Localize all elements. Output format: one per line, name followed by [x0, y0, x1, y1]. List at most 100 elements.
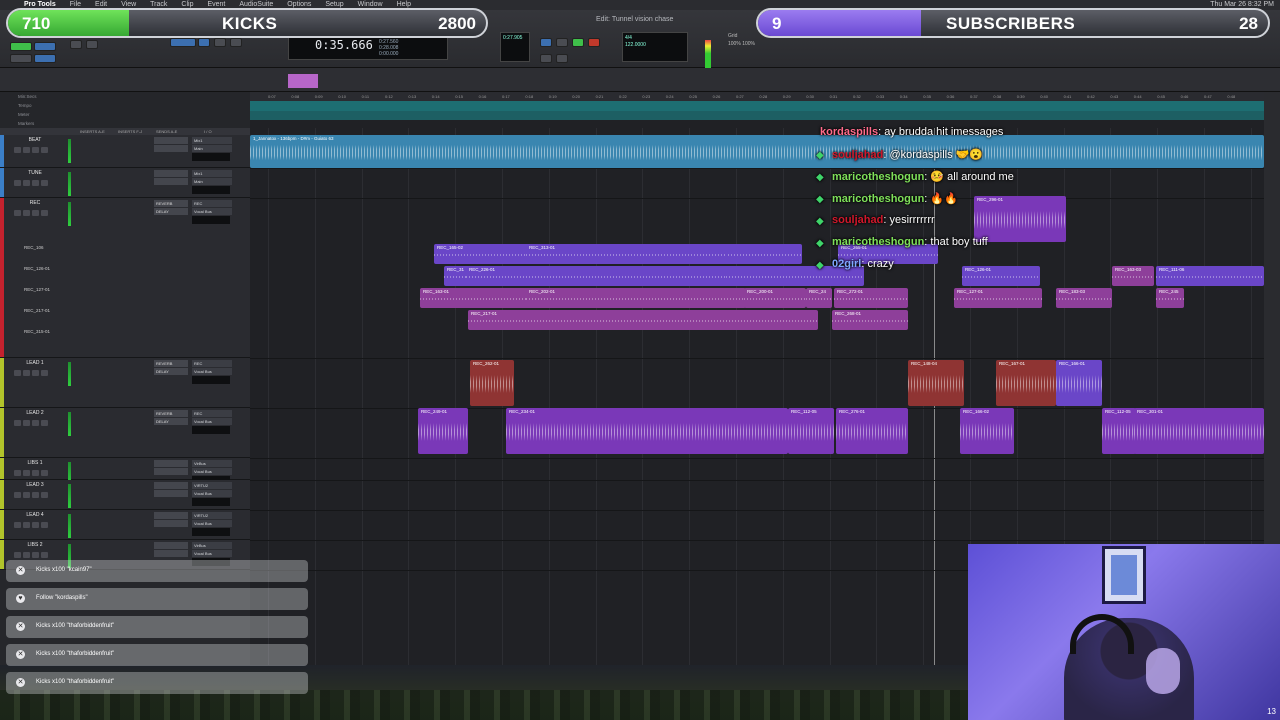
solo-button[interactable]	[32, 552, 39, 558]
output-selector[interactable]: Vocal Bus	[192, 550, 232, 557]
output-selector[interactable]: Vocal Bus	[192, 208, 232, 215]
menu-item[interactable]: Help	[397, 1, 411, 8]
input-selector[interactable]: VIRTU2	[192, 512, 232, 519]
audio-clip[interactable]: REC_226-01	[466, 266, 726, 286]
mute-button[interactable]	[41, 492, 48, 498]
minsecs-ruler[interactable]: 0:07 0:08 0:09 0:10 0:11 0:12 0:13 0:14 0:15 0:16…	[250, 92, 1264, 101]
grabber-tool-button[interactable]	[214, 38, 226, 47]
track-header[interactable]: REC REVERB DELAY REC Vocal Bus	[0, 198, 250, 358]
track-header[interactable]: BEAT Mix1 Main	[0, 135, 250, 168]
input-selector[interactable]: REC	[192, 200, 232, 207]
send-slot[interactable]: REVERB	[154, 200, 188, 207]
output-selector[interactable]: Vocal Bus	[192, 368, 232, 375]
volume-display[interactable]	[192, 153, 230, 161]
stop-button[interactable]	[556, 38, 568, 47]
input-selector[interactable]: REC	[192, 410, 232, 417]
record-enable-button[interactable]	[14, 210, 21, 216]
audio-clip[interactable]: REC_111-06	[1156, 266, 1264, 286]
fast-forward-button[interactable]	[556, 54, 568, 63]
mute-button[interactable]	[41, 470, 48, 476]
track-header[interactable]: TUNE Mix1 Main	[0, 168, 250, 198]
output-selector[interactable]: Main	[192, 178, 232, 185]
send-slot[interactable]	[154, 512, 188, 519]
playlist-lane-name[interactable]: REC_126-01	[24, 266, 50, 271]
volume-display[interactable]	[192, 216, 230, 224]
track-name[interactable]: LIBS 1	[10, 460, 60, 468]
record-enable-button[interactable]	[14, 147, 21, 153]
audio-clip[interactable]: REC_301-01	[1134, 408, 1264, 454]
record-enable-button[interactable]	[14, 180, 21, 186]
audio-clip[interactable]: REC_183-03	[1056, 288, 1112, 308]
mute-button[interactable]	[41, 180, 48, 186]
track-name[interactable]: LEAD 4	[10, 512, 60, 520]
output-selector[interactable]: Vocal Bus	[192, 490, 232, 497]
input-selector[interactable]: VIRTU2	[192, 482, 232, 489]
menu-item[interactable]: Clip	[181, 1, 193, 8]
track-header[interactable]: LEAD 4 VIRTU2 Vocal Bus	[0, 510, 250, 540]
input-monitor-button[interactable]	[23, 552, 30, 558]
send-slot[interactable]: REVERB	[154, 410, 188, 417]
track-name[interactable]: LEAD 1	[10, 360, 60, 368]
return-to-zero-button[interactable]	[540, 38, 552, 47]
input-selector[interactable]: VirBus	[192, 460, 232, 467]
universe-overview[interactable]	[0, 68, 1280, 92]
playlist-lane-name[interactable]: REC_127-01	[24, 287, 50, 292]
track-header[interactable]: LEAD 3 VIRTU2 Vocal Bus	[0, 480, 250, 510]
zoom-button[interactable]	[86, 40, 98, 49]
track-name[interactable]: REC	[10, 200, 60, 208]
slip-mode-button[interactable]	[10, 54, 32, 63]
send-slot[interactable]	[154, 482, 188, 489]
send-slot[interactable]	[154, 542, 188, 549]
playlist-lane-name[interactable]: REC_315-01	[24, 329, 50, 334]
zoom-button[interactable]	[70, 40, 82, 49]
playlist-lane-name[interactable]: REC_217-01	[24, 308, 50, 313]
audio-clip[interactable]: 1_Jannatox - 136bpm - D#m - Guiato 63	[250, 135, 1264, 168]
solo-button[interactable]	[32, 147, 39, 153]
volume-display[interactable]	[192, 426, 230, 434]
record-enable-button[interactable]	[14, 420, 21, 426]
audio-clip[interactable]: REC_127-01	[954, 288, 1042, 308]
send-slot[interactable]	[154, 520, 188, 527]
input-monitor-button[interactable]	[23, 147, 30, 153]
tempo-display[interactable]: 4/4 122.0000	[622, 32, 688, 62]
audio-clip[interactable]: REC_24	[806, 288, 832, 308]
track-name[interactable]: LIBS 2	[10, 542, 60, 550]
track-name[interactable]: LEAD 3	[10, 482, 60, 490]
audio-clip[interactable]: REC_217-01	[468, 310, 818, 330]
record-enable-button[interactable]	[14, 552, 21, 558]
audio-clip[interactable]: REC_249-01	[418, 408, 468, 454]
record-enable-button[interactable]	[14, 470, 21, 476]
volume-display[interactable]	[192, 186, 230, 194]
audio-clip[interactable]: REC_163-03	[1112, 266, 1154, 286]
input-monitor-button[interactable]	[23, 492, 30, 498]
output-selector[interactable]: Vocal Bus	[192, 520, 232, 527]
menu-item[interactable]: Setup	[325, 1, 343, 8]
input-monitor-button[interactable]	[23, 470, 30, 476]
audio-clip[interactable]: REC_166-02	[960, 408, 1014, 454]
spot-mode-button[interactable]	[34, 42, 56, 51]
send-slot[interactable]: DELAY	[154, 418, 188, 425]
track-name[interactable]: LEAD 2	[10, 410, 60, 418]
output-selector[interactable]: Vocal Bus	[192, 418, 232, 425]
menu-item[interactable]: AudioSuite	[239, 1, 273, 8]
input-selector[interactable]: Mix1	[192, 137, 232, 144]
audio-clip[interactable]: REC_167-01	[996, 360, 1056, 406]
input-selector[interactable]: REC	[192, 360, 232, 367]
rewind-button[interactable]	[540, 54, 552, 63]
selector-tool-button[interactable]	[198, 38, 210, 47]
pencil-tool-button[interactable]	[230, 38, 242, 47]
send-slot[interactable]	[154, 550, 188, 557]
solo-button[interactable]	[32, 492, 39, 498]
mute-button[interactable]	[41, 420, 48, 426]
audio-clip[interactable]: REC_148-04	[908, 360, 964, 406]
solo-button[interactable]	[32, 210, 39, 216]
send-slot[interactable]	[154, 178, 188, 185]
meter-ruler[interactable]: Default: 4/4	[250, 111, 1264, 136]
mute-button[interactable]	[41, 522, 48, 528]
send-slot[interactable]	[154, 468, 188, 475]
output-selector[interactable]: Vocal Bus	[192, 468, 232, 475]
shuffle-mode-button[interactable]	[10, 42, 32, 51]
record-button[interactable]	[588, 38, 600, 47]
menu-item[interactable]: Options	[287, 1, 311, 8]
output-selector[interactable]: Main	[192, 145, 232, 152]
